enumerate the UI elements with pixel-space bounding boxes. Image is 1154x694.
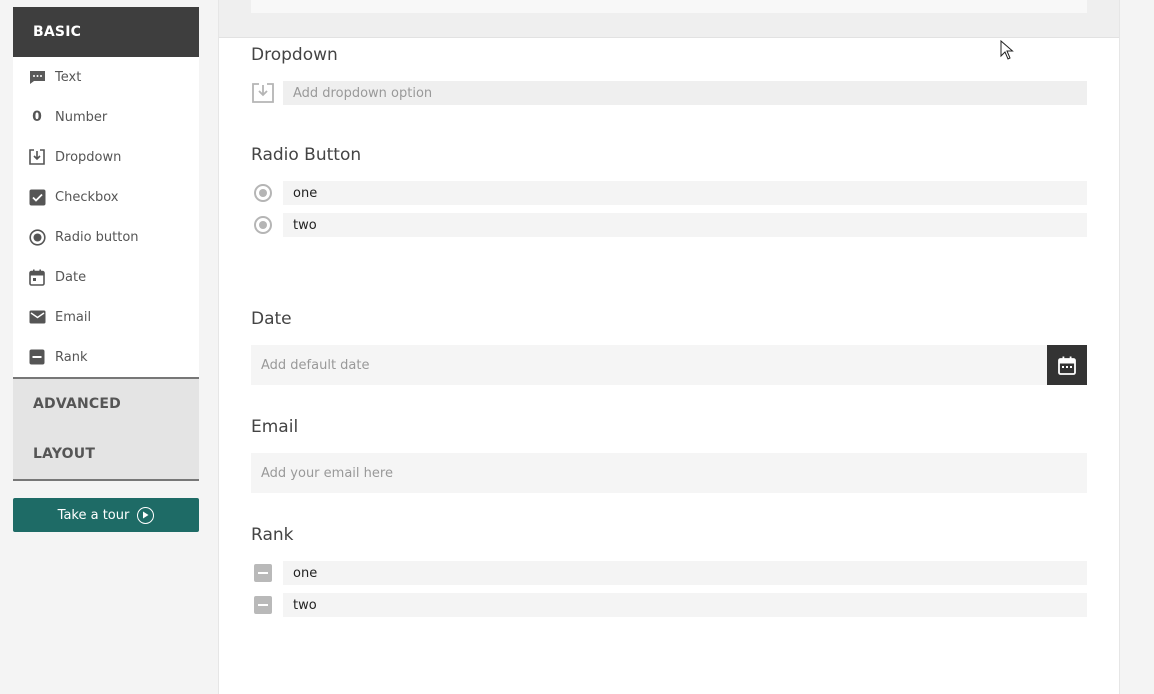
field-type-checkbox[interactable]: Checkbox [13, 177, 199, 217]
field-type-label: Email [55, 309, 92, 325]
section-basic[interactable]: BASIC [13, 7, 199, 57]
radio-title: Radio Button [251, 145, 362, 165]
radio-option-row: two [251, 213, 1087, 237]
field-type-date[interactable]: Date [13, 257, 199, 297]
radio-option-marker[interactable] [251, 181, 275, 205]
radio-option-input[interactable]: one [283, 181, 1087, 205]
radio-icon [254, 184, 272, 202]
radio-option-marker[interactable] [251, 213, 275, 237]
dropdown-icon [251, 81, 275, 105]
field-type-label: Date [55, 269, 87, 285]
dropdown-icon [28, 148, 46, 166]
field-type-rank[interactable]: Rank [13, 337, 199, 377]
field-type-number[interactable]: 0 Number [13, 97, 199, 137]
calendar-icon [28, 268, 46, 286]
email-icon [28, 308, 46, 326]
number-icon: 0 [32, 109, 42, 125]
email-input[interactable]: Add your email here [251, 453, 1087, 493]
field-type-dropdown[interactable]: Dropdown [13, 137, 199, 177]
email-title: Email [251, 417, 299, 437]
field-type-label: Text [55, 69, 82, 85]
email-placeholder: Add your email here [261, 465, 393, 481]
checkbox-icon [28, 188, 46, 206]
play-icon [137, 506, 155, 524]
section-basic-label: BASIC [33, 24, 82, 40]
field-type-label: Rank [55, 349, 88, 365]
dropdown-title: Dropdown [251, 45, 338, 65]
mouse-cursor-icon [1000, 39, 1014, 64]
rank-title: Rank [251, 525, 294, 545]
rank-icon [28, 348, 46, 366]
date-placeholder: Add default date [261, 357, 370, 373]
rank-remove-button[interactable] [251, 593, 275, 617]
section-advanced-label: ADVANCED [33, 396, 121, 412]
field-type-label: Dropdown [55, 149, 122, 165]
section-advanced[interactable]: ADVANCED [13, 377, 199, 429]
section-layout-label: LAYOUT [33, 446, 96, 462]
selected-field-input[interactable] [251, 0, 1087, 13]
basic-field-list: Text 0 Number Dropdown Checkbox Radio bu… [13, 57, 199, 377]
minus-icon [254, 596, 272, 614]
rank-option-input[interactable]: two [283, 593, 1087, 617]
sidebar: BASIC Text 0 Number Dropdown Checkbox Ra… [13, 7, 199, 532]
section-layout[interactable]: LAYOUT [13, 429, 199, 481]
radio-option-input[interactable]: two [283, 213, 1087, 237]
text-icon [28, 68, 46, 86]
radio-icon [254, 216, 272, 234]
radio-option-row: one [251, 181, 1087, 205]
radio-icon [28, 228, 46, 246]
date-picker-button[interactable] [1047, 345, 1087, 385]
rank-option-row: one [251, 561, 1087, 585]
form-canvas: Dropdown Add dropdown option Radio Butto… [218, 0, 1120, 694]
date-input[interactable]: Add default date [251, 345, 1087, 385]
date-title: Date [251, 309, 292, 329]
tour-button-label: Take a tour [57, 507, 130, 523]
rank-option-row: two [251, 593, 1087, 617]
field-type-radio[interactable]: Radio button [13, 217, 199, 257]
selected-field-strip[interactable] [219, 0, 1119, 38]
field-type-label: Radio button [55, 229, 139, 245]
field-type-label: Number [55, 109, 108, 125]
dropdown-option-row: Add dropdown option [251, 81, 1087, 105]
field-type-email[interactable]: Email [13, 297, 199, 337]
dropdown-option-input[interactable]: Add dropdown option [283, 81, 1087, 105]
field-type-label: Checkbox [55, 189, 119, 205]
rank-option-input[interactable]: one [283, 561, 1087, 585]
rank-remove-button[interactable] [251, 561, 275, 585]
minus-icon [254, 564, 272, 582]
take-a-tour-button[interactable]: Take a tour [13, 498, 199, 532]
field-type-text[interactable]: Text [13, 57, 199, 97]
calendar-icon [1058, 356, 1076, 375]
